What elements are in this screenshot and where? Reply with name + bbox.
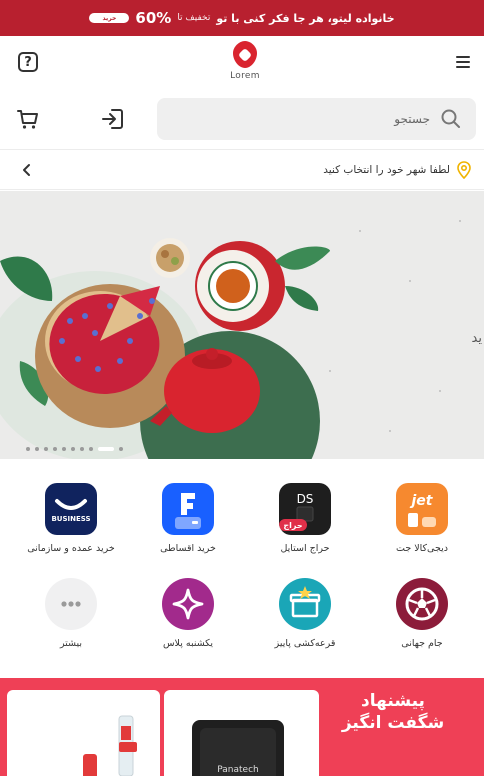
- carousel-dot-active[interactable]: [98, 447, 114, 451]
- location-pin-icon: [457, 160, 471, 179]
- site-header: ? Lorem: [0, 36, 484, 88]
- promo-subtext: تخفیف تا: [177, 13, 211, 23]
- product-image: [83, 715, 137, 776]
- svg-text:حراج: حراج: [283, 521, 302, 530]
- carousel-dot[interactable]: [119, 447, 123, 451]
- offer-product-card[interactable]: [7, 690, 160, 776]
- carousel-dot[interactable]: [62, 447, 66, 451]
- offer-product-card[interactable]: Panatech: [164, 690, 319, 776]
- logo-mark-icon: [233, 41, 257, 68]
- quick-link-label: خرید عمده و سازمانی: [27, 543, 115, 554]
- search-placeholder: جستجو: [394, 112, 430, 126]
- style-sale-icon: DS حراج: [279, 483, 331, 535]
- amazing-offer-section[interactable]: پیشنهاد شگفت انگیز Panatech: [0, 678, 484, 776]
- city-selector[interactable]: لطفا شهر خود را انتخاب کنید: [0, 150, 484, 190]
- quick-link-label: خرید اقساطی: [160, 543, 216, 554]
- quick-link-sunday-plus[interactable]: یکشنبه پلاس: [129, 565, 247, 655]
- promo-banner[interactable]: خانواده لیتو، هر جا فکر کنی با تو تخفیف …: [0, 0, 484, 36]
- carousel-dot[interactable]: [89, 447, 93, 451]
- question-icon[interactable]: ?: [18, 52, 38, 72]
- quick-link-autumn-lottery[interactable]: قرعه‌کشی پاییز: [246, 565, 364, 655]
- quick-link-jet[interactable]: jet دیجی‌کالا جت: [363, 470, 481, 560]
- quick-link-label: حراج استایل: [280, 543, 330, 554]
- carousel-dot[interactable]: [26, 447, 30, 451]
- quick-link-label: جام جهانی: [401, 638, 443, 649]
- carousel-dot[interactable]: [44, 447, 48, 451]
- quick-link-more[interactable]: بیشتر: [12, 565, 130, 655]
- quick-link-label: یکشنبه پلاس: [162, 638, 214, 649]
- carousel-dot[interactable]: [35, 447, 39, 451]
- chevron-left-icon[interactable]: [20, 162, 34, 178]
- quick-link-business[interactable]: BUSINESS خرید عمده و سازمانی: [12, 470, 130, 560]
- soccer-ball-icon: [396, 578, 448, 630]
- gift-box-icon: [279, 578, 331, 630]
- banner-peek-text: ید: [471, 331, 482, 346]
- amazing-offer-title: پیشنهاد شگفت انگیز: [341, 691, 445, 733]
- promo-buy-button[interactable]: خرید: [89, 13, 130, 23]
- quick-link-label: دیجی‌کالا جت: [396, 543, 448, 554]
- login-icon[interactable]: [100, 108, 124, 130]
- installment-icon: [162, 483, 214, 535]
- sparkle-icon: [162, 578, 214, 630]
- more-dots-icon: [45, 578, 97, 630]
- search-icon: [441, 109, 460, 128]
- search-row: جستجو: [0, 88, 484, 150]
- quick-link-style-sale[interactable]: DS حراج حراج استایل: [246, 470, 364, 560]
- carousel-dot[interactable]: [53, 447, 57, 451]
- carousel-dot[interactable]: [71, 447, 75, 451]
- quick-link-world-cup[interactable]: جام جهانی: [363, 565, 481, 655]
- carousel-dots: [26, 447, 123, 451]
- hamburger-menu-icon[interactable]: [456, 56, 470, 68]
- cart-icon[interactable]: [16, 108, 40, 130]
- promo-percent: 60%: [135, 9, 172, 27]
- svg-text:DS: DS: [297, 492, 314, 506]
- logo-text: Lorem: [230, 71, 260, 81]
- city-selector-label: لطفا شهر خود را انتخاب کنید: [323, 163, 450, 176]
- quick-links-grid: jet دیجی‌کالا جت DS حراج حراج استایل: [0, 470, 484, 670]
- carousel-dot[interactable]: [80, 447, 84, 451]
- search-input[interactable]: جستجو: [157, 98, 476, 140]
- svg-text:jet: jet: [410, 493, 434, 509]
- svg-text:Panatech: Panatech: [217, 765, 258, 775]
- promo-headline: خانواده لیتو، هر جا فکر کنی با تو: [216, 11, 395, 25]
- jet-icon: jet: [396, 483, 448, 535]
- quick-link-label: قرعه‌کشی پاییز: [274, 638, 336, 649]
- hero-carousel[interactable]: ید: [0, 191, 484, 459]
- svg-text:BUSINESS: BUSINESS: [51, 515, 90, 523]
- banner-image: [0, 220, 461, 459]
- quick-link-label: بیشتر: [59, 638, 83, 649]
- site-logo[interactable]: Lorem: [218, 40, 272, 86]
- quick-link-installment[interactable]: خرید اقساطی: [129, 470, 247, 560]
- product-image: Panatech: [192, 720, 284, 776]
- business-icon: BUSINESS: [45, 483, 97, 535]
